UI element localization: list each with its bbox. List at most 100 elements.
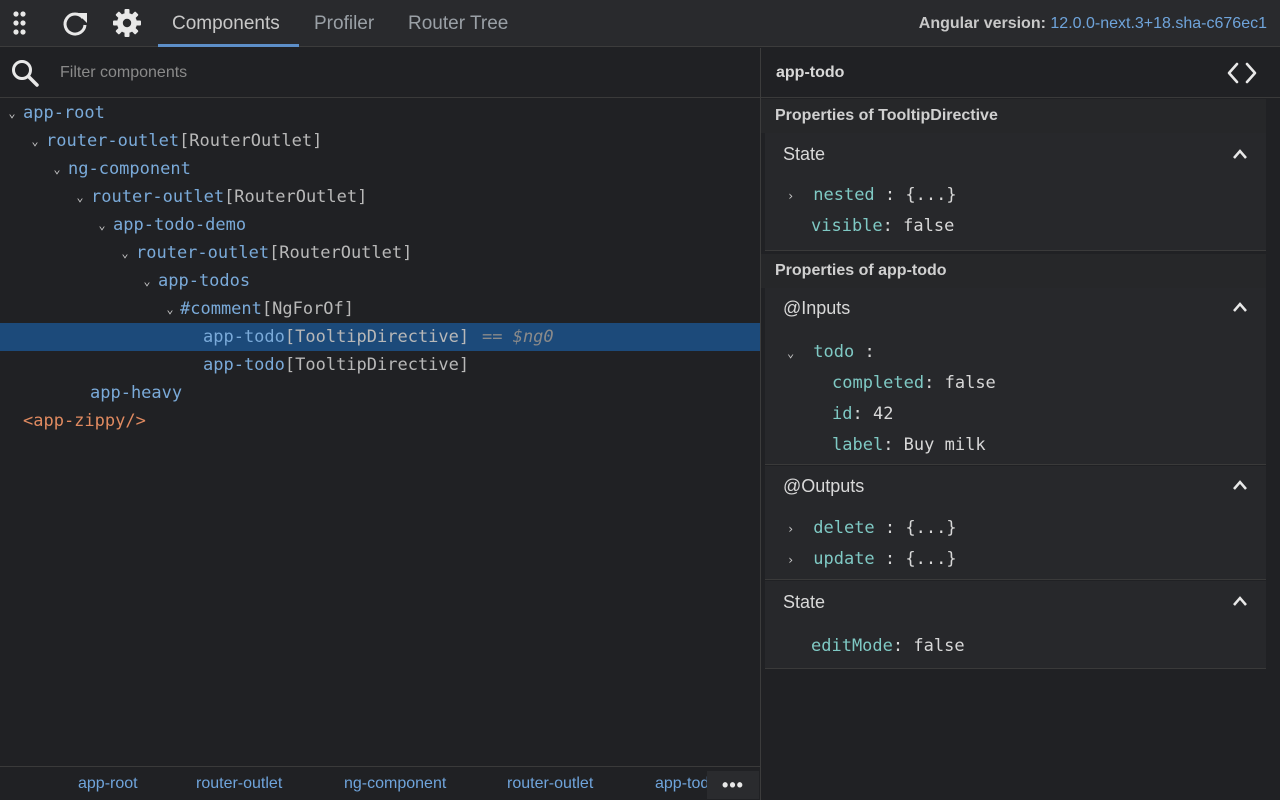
property-row: label: Buy milk [832, 435, 986, 455]
property-row[interactable]: › update : {...} [787, 549, 957, 569]
property-row: visible: false [811, 216, 955, 236]
node-name: app-root [23, 103, 105, 123]
tab-components[interactable]: Components [172, 0, 280, 47]
panel-title: @Inputs [783, 298, 851, 318]
chevron-down-icon[interactable]: ⌄ [28, 127, 42, 155]
property-value: Buy milk [903, 435, 986, 455]
property-value: false [913, 636, 965, 656]
section-title-app-todo: Properties of app-todo [761, 254, 1266, 288]
panel-title: State [783, 144, 826, 164]
tree-node-app-todo-demo[interactable]: ⌄ app-todo-demo [0, 211, 760, 239]
more-breadcrumbs-button[interactable]: ••• [707, 771, 759, 799]
tree-node-app-todo[interactable]: app-todo[TooltipDirective] [0, 351, 760, 379]
breadcrumb: app-root router-outlet ng-component rout… [0, 766, 760, 800]
property-row[interactable]: ⌄ todo : [787, 342, 875, 362]
tree-node-router-outlet[interactable]: ⌄ router-outlet[RouterOutlet] [0, 127, 760, 155]
chevron-down-icon[interactable]: ⌄ [163, 295, 177, 323]
property-key: todo [813, 342, 855, 362]
tree-node-app-heavy[interactable]: app-heavy [0, 379, 760, 407]
property-value: false [903, 216, 955, 236]
property-row: completed: false [832, 373, 996, 393]
details-pane: app-todo Properties of TooltipDirective … [761, 48, 1280, 800]
filter-components-input[interactable] [60, 61, 660, 85]
panel-inputs: @Inputs ⌄ todo : completed: false id: 42… [765, 288, 1266, 465]
node-name: app-heavy [90, 383, 183, 403]
node-name: #comment [180, 299, 262, 319]
property-row[interactable]: › nested : {...} [787, 185, 957, 205]
property-key: editMode [811, 636, 893, 656]
property-value: {...} [905, 549, 957, 569]
node-name: app-todo [203, 355, 285, 375]
chevron-right-icon[interactable]: › [787, 553, 803, 567]
search-icon [10, 58, 40, 93]
collapse-icon[interactable] [1232, 300, 1248, 318]
property-key: label [832, 435, 884, 455]
tree-node-app-todo-selected[interactable]: app-todo[TooltipDirective] == $ng0 [0, 323, 760, 351]
property-row[interactable]: › delete : {...} [787, 518, 957, 538]
tree-node-ng-component[interactable]: ⌄ ng-component [0, 155, 760, 183]
chevron-down-icon[interactable]: ⌄ [73, 183, 87, 211]
tab-router-tree[interactable]: Router Tree [408, 0, 508, 47]
tree-node-router-outlet[interactable]: ⌄ router-outlet[RouterOutlet] [0, 239, 760, 267]
apps-grid-icon[interactable] [7, 7, 39, 39]
property-key: delete [813, 518, 875, 538]
breadcrumb-item[interactable]: app-root [78, 767, 138, 800]
node-name: <app-zippy/> [23, 411, 146, 431]
chevron-right-icon[interactable]: › [787, 189, 803, 203]
panel-state: State editMode: false [765, 581, 1266, 669]
panel-title: @Outputs [783, 476, 865, 496]
property-key: completed [832, 373, 925, 393]
chevron-down-icon[interactable]: ⌄ [140, 267, 154, 295]
property-key: id [832, 404, 853, 424]
node-name: router-outlet [91, 187, 225, 207]
node-directive: [NgForOf] [261, 299, 355, 319]
node-directive: [RouterOutlet] [179, 131, 323, 151]
breadcrumb-item[interactable]: ng-component [344, 767, 446, 800]
breadcrumb-item[interactable]: app-todo [655, 767, 707, 800]
property-value: 42 [872, 404, 894, 424]
panel-outputs: @Outputs › delete : {...} › update : {..… [765, 466, 1266, 580]
collapse-icon[interactable] [1232, 147, 1248, 165]
node-name: ng-component [68, 159, 191, 179]
tree-node-app-root[interactable]: ⌄ app-root [0, 99, 760, 127]
property-row: id: 42 [832, 404, 894, 424]
property-value: false [944, 373, 996, 393]
angular-version: Angular version: 12.0.0-next.3+18.sha-c6… [919, 0, 1267, 47]
property-value: {...} [905, 518, 957, 538]
collapse-icon[interactable] [1232, 594, 1248, 612]
collapse-icon[interactable] [1232, 478, 1248, 496]
breadcrumb-item[interactable]: router-outlet [196, 767, 282, 800]
node-name: router-outlet [46, 131, 180, 151]
node-console-ref: == $ng0 [482, 327, 554, 347]
tree-node-router-outlet[interactable]: ⌄ router-outlet[RouterOutlet] [0, 183, 760, 211]
refresh-icon[interactable] [59, 7, 91, 39]
breadcrumb-item[interactable]: router-outlet [507, 767, 593, 800]
details-header: app-todo [761, 48, 1280, 98]
tree-node-app-zippy[interactable]: <app-zippy/> [0, 407, 760, 435]
filter-bar [0, 48, 760, 98]
version-value: 12.0.0-next.3+18.sha-c676ec1 [1050, 15, 1267, 32]
chevron-down-icon[interactable]: ⌄ [787, 346, 803, 360]
property-row: editMode: false [811, 636, 965, 656]
gear-icon[interactable] [111, 7, 143, 39]
view-source-icon[interactable] [1226, 61, 1258, 90]
chevron-down-icon[interactable]: ⌄ [95, 211, 109, 239]
top-toolbar: Components Profiler Router Tree Angular … [0, 0, 1280, 47]
node-directive: [TooltipDirective] [284, 355, 470, 375]
selected-component-title: app-todo [776, 64, 845, 81]
chevron-down-icon[interactable]: ⌄ [5, 99, 19, 127]
chevron-right-icon[interactable]: › [787, 522, 803, 536]
component-tree-pane: ⌄ app-root ⌄ router-outlet[RouterOutlet]… [0, 48, 760, 800]
chevron-down-icon[interactable]: ⌄ [118, 239, 132, 267]
tab-profiler[interactable]: Profiler [314, 0, 374, 47]
property-key: visible [811, 216, 883, 236]
active-tab-indicator [158, 44, 299, 47]
node-directive: [RouterOutlet] [224, 187, 368, 207]
tree-node-app-todos[interactable]: ⌄ app-todos [0, 267, 760, 295]
node-name: app-todo [203, 327, 285, 347]
tree-node-comment[interactable]: ⌄ #comment[NgForOf] [0, 295, 760, 323]
chevron-down-icon[interactable]: ⌄ [50, 155, 64, 183]
property-key: nested [813, 185, 875, 205]
section-title-tooltip-directive: Properties of TooltipDirective [761, 99, 1266, 133]
node-directive: [TooltipDirective] [284, 327, 470, 347]
